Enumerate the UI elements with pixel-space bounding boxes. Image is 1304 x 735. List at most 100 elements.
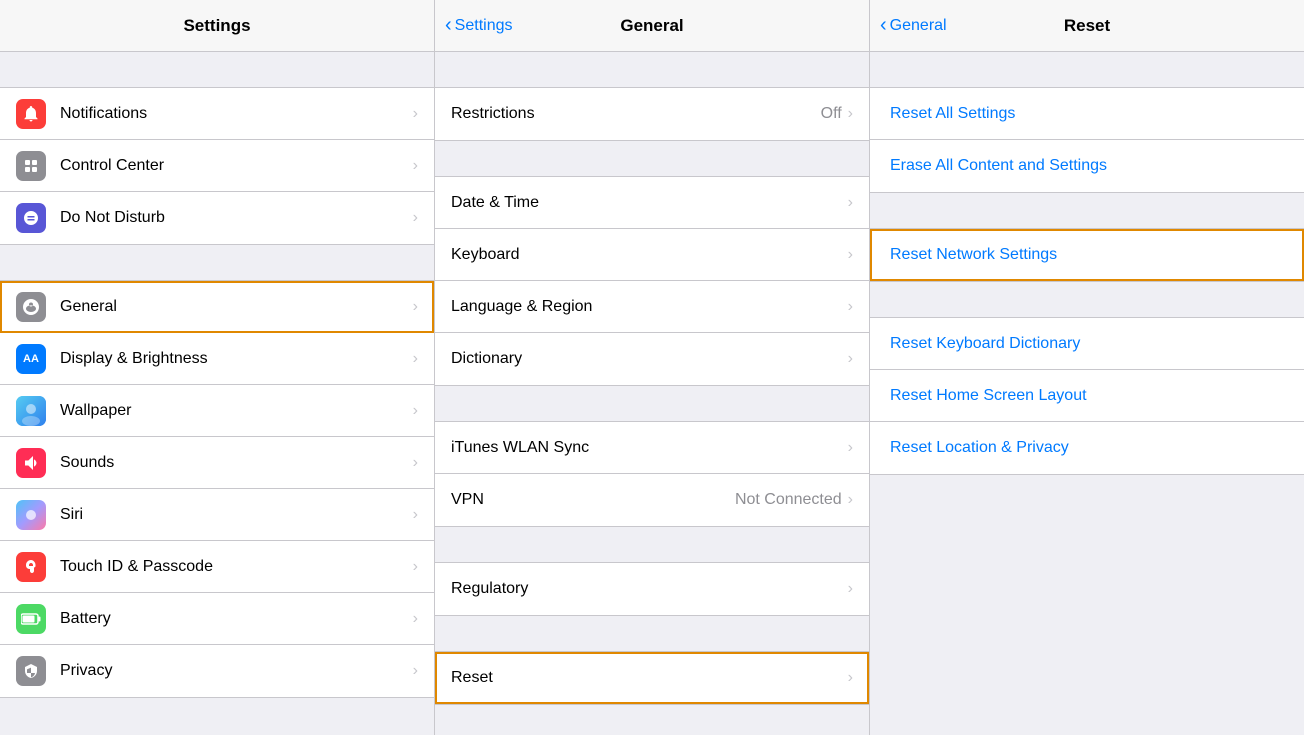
notifications-label: Notifications [60,105,413,123]
general-section-5: Reset › [435,651,869,705]
settings-item-do-not-disturb[interactable]: Do Not Disturb › [0,192,434,244]
reset-chevron: › [848,669,853,687]
reset-all-settings-label: Reset All Settings [890,105,1015,123]
settings-header: Settings [0,0,434,52]
reset-all-settings-item[interactable]: Reset All Settings [870,88,1304,140]
wallpaper-label: Wallpaper [60,402,413,420]
battery-chevron: › [413,610,418,628]
settings-item-wallpaper[interactable]: Wallpaper › [0,385,434,437]
restrictions-chevron: › [848,105,853,123]
reset-home-screen-item[interactable]: Reset Home Screen Layout [870,370,1304,422]
siri-label: Siri [60,506,413,524]
settings-panel: Settings Notifications › [0,0,435,735]
general-section-4: Regulatory › [435,562,869,616]
keyboard-chevron: › [848,246,853,264]
wallpaper-icon [16,396,46,426]
notifications-chevron: › [413,105,418,123]
reset-section-1: Reset All Settings Erase All Content and… [870,87,1304,193]
reset-network-item[interactable]: Reset Network Settings [870,229,1304,281]
reset-scroll[interactable]: Reset All Settings Erase All Content and… [870,52,1304,735]
settings-title: Settings [183,16,250,36]
settings-item-siri[interactable]: Siri › [0,489,434,541]
keyboard-label: Keyboard [451,246,848,264]
date-time-chevron: › [848,194,853,212]
reset-back-chevron-icon: ‹ [880,15,887,35]
general-section-1: Restrictions Off › [435,87,869,141]
control-center-chevron: › [413,157,418,175]
settings-item-display[interactable]: AA Display & Brightness › [0,333,434,385]
general-panel: ‹ Settings General Restrictions Off › Da… [435,0,870,735]
general-item-dictionary[interactable]: Dictionary › [435,333,869,385]
reset-panel: ‹ General Reset Reset All Settings Erase… [870,0,1304,735]
vpn-value: Not Connected [735,491,842,509]
reset-section-3: Reset Keyboard Dictionary Reset Home Scr… [870,317,1304,475]
control-center-icon [16,151,46,181]
general-icon [16,292,46,322]
display-icon: AA [16,344,46,374]
restrictions-value: Off [821,105,842,123]
reset-network-label: Reset Network Settings [890,246,1057,264]
settings-item-control-center[interactable]: Control Center › [0,140,434,192]
general-back-label: Settings [455,17,513,35]
battery-label: Battery [60,610,413,628]
general-item-vpn[interactable]: VPN Not Connected › [435,474,869,526]
control-center-label: Control Center [60,157,413,175]
settings-scroll[interactable]: Notifications › Control Center › [0,52,434,735]
reset-title: Reset [1064,16,1110,36]
general-label: General [60,298,413,316]
general-item-keyboard[interactable]: Keyboard › [435,229,869,281]
battery-icon [16,604,46,634]
settings-item-notifications[interactable]: Notifications › [0,88,434,140]
reset-location-item[interactable]: Reset Location & Privacy [870,422,1304,474]
general-back-button[interactable]: ‹ Settings [445,16,512,35]
general-item-language[interactable]: Language & Region › [435,281,869,333]
general-scroll[interactable]: Restrictions Off › Date & Time › Keyboar… [435,52,869,735]
settings-item-sounds[interactable]: Sounds › [0,437,434,489]
settings-section-1: Notifications › Control Center › [0,87,434,245]
erase-all-item[interactable]: Erase All Content and Settings [870,140,1304,192]
general-item-restrictions[interactable]: Restrictions Off › [435,88,869,140]
general-section-3: iTunes WLAN Sync › VPN Not Connected › [435,421,869,527]
sounds-chevron: › [413,454,418,472]
reset-location-label: Reset Location & Privacy [890,439,1069,457]
wallpaper-chevron: › [413,402,418,420]
sounds-label: Sounds [60,454,413,472]
reset-label: Reset [451,669,848,687]
settings-item-battery[interactable]: Battery › [0,593,434,645]
siri-chevron: › [413,506,418,524]
settings-item-touch-id[interactable]: Touch ID & Passcode › [0,541,434,593]
reset-keyboard-label: Reset Keyboard Dictionary [890,335,1080,353]
regulatory-label: Regulatory [451,580,848,598]
reset-back-button[interactable]: ‹ General [880,16,947,35]
general-item-regulatory[interactable]: Regulatory › [435,563,869,615]
do-not-disturb-label: Do Not Disturb [60,209,413,227]
general-item-date-time[interactable]: Date & Time › [435,177,869,229]
touch-id-chevron: › [413,558,418,576]
display-chevron: › [413,350,418,368]
general-item-reset[interactable]: Reset › [435,652,869,704]
general-title: General [620,16,683,36]
reset-section-2: Reset Network Settings [870,228,1304,282]
reset-header: ‹ General Reset [870,0,1304,52]
settings-section-2: General › AA Display & Brightness › [0,280,434,698]
back-chevron-icon: ‹ [445,15,452,35]
general-item-itunes[interactable]: iTunes WLAN Sync › [435,422,869,474]
vpn-chevron: › [848,491,853,509]
display-label: Display & Brightness [60,350,413,368]
do-not-disturb-chevron: › [413,209,418,227]
privacy-label: Privacy [60,662,413,680]
itunes-label: iTunes WLAN Sync [451,439,848,457]
privacy-icon [16,656,46,686]
settings-item-privacy[interactable]: Privacy › [0,645,434,697]
touch-id-label: Touch ID & Passcode [60,558,413,576]
siri-icon [16,500,46,530]
language-chevron: › [848,298,853,316]
dictionary-chevron: › [848,350,853,368]
settings-item-general[interactable]: General › [0,281,434,333]
reset-home-screen-label: Reset Home Screen Layout [890,387,1087,405]
reset-keyboard-item[interactable]: Reset Keyboard Dictionary [870,318,1304,370]
privacy-chevron: › [413,662,418,680]
language-label: Language & Region [451,298,848,316]
touch-id-icon [16,552,46,582]
general-chevron: › [413,298,418,316]
